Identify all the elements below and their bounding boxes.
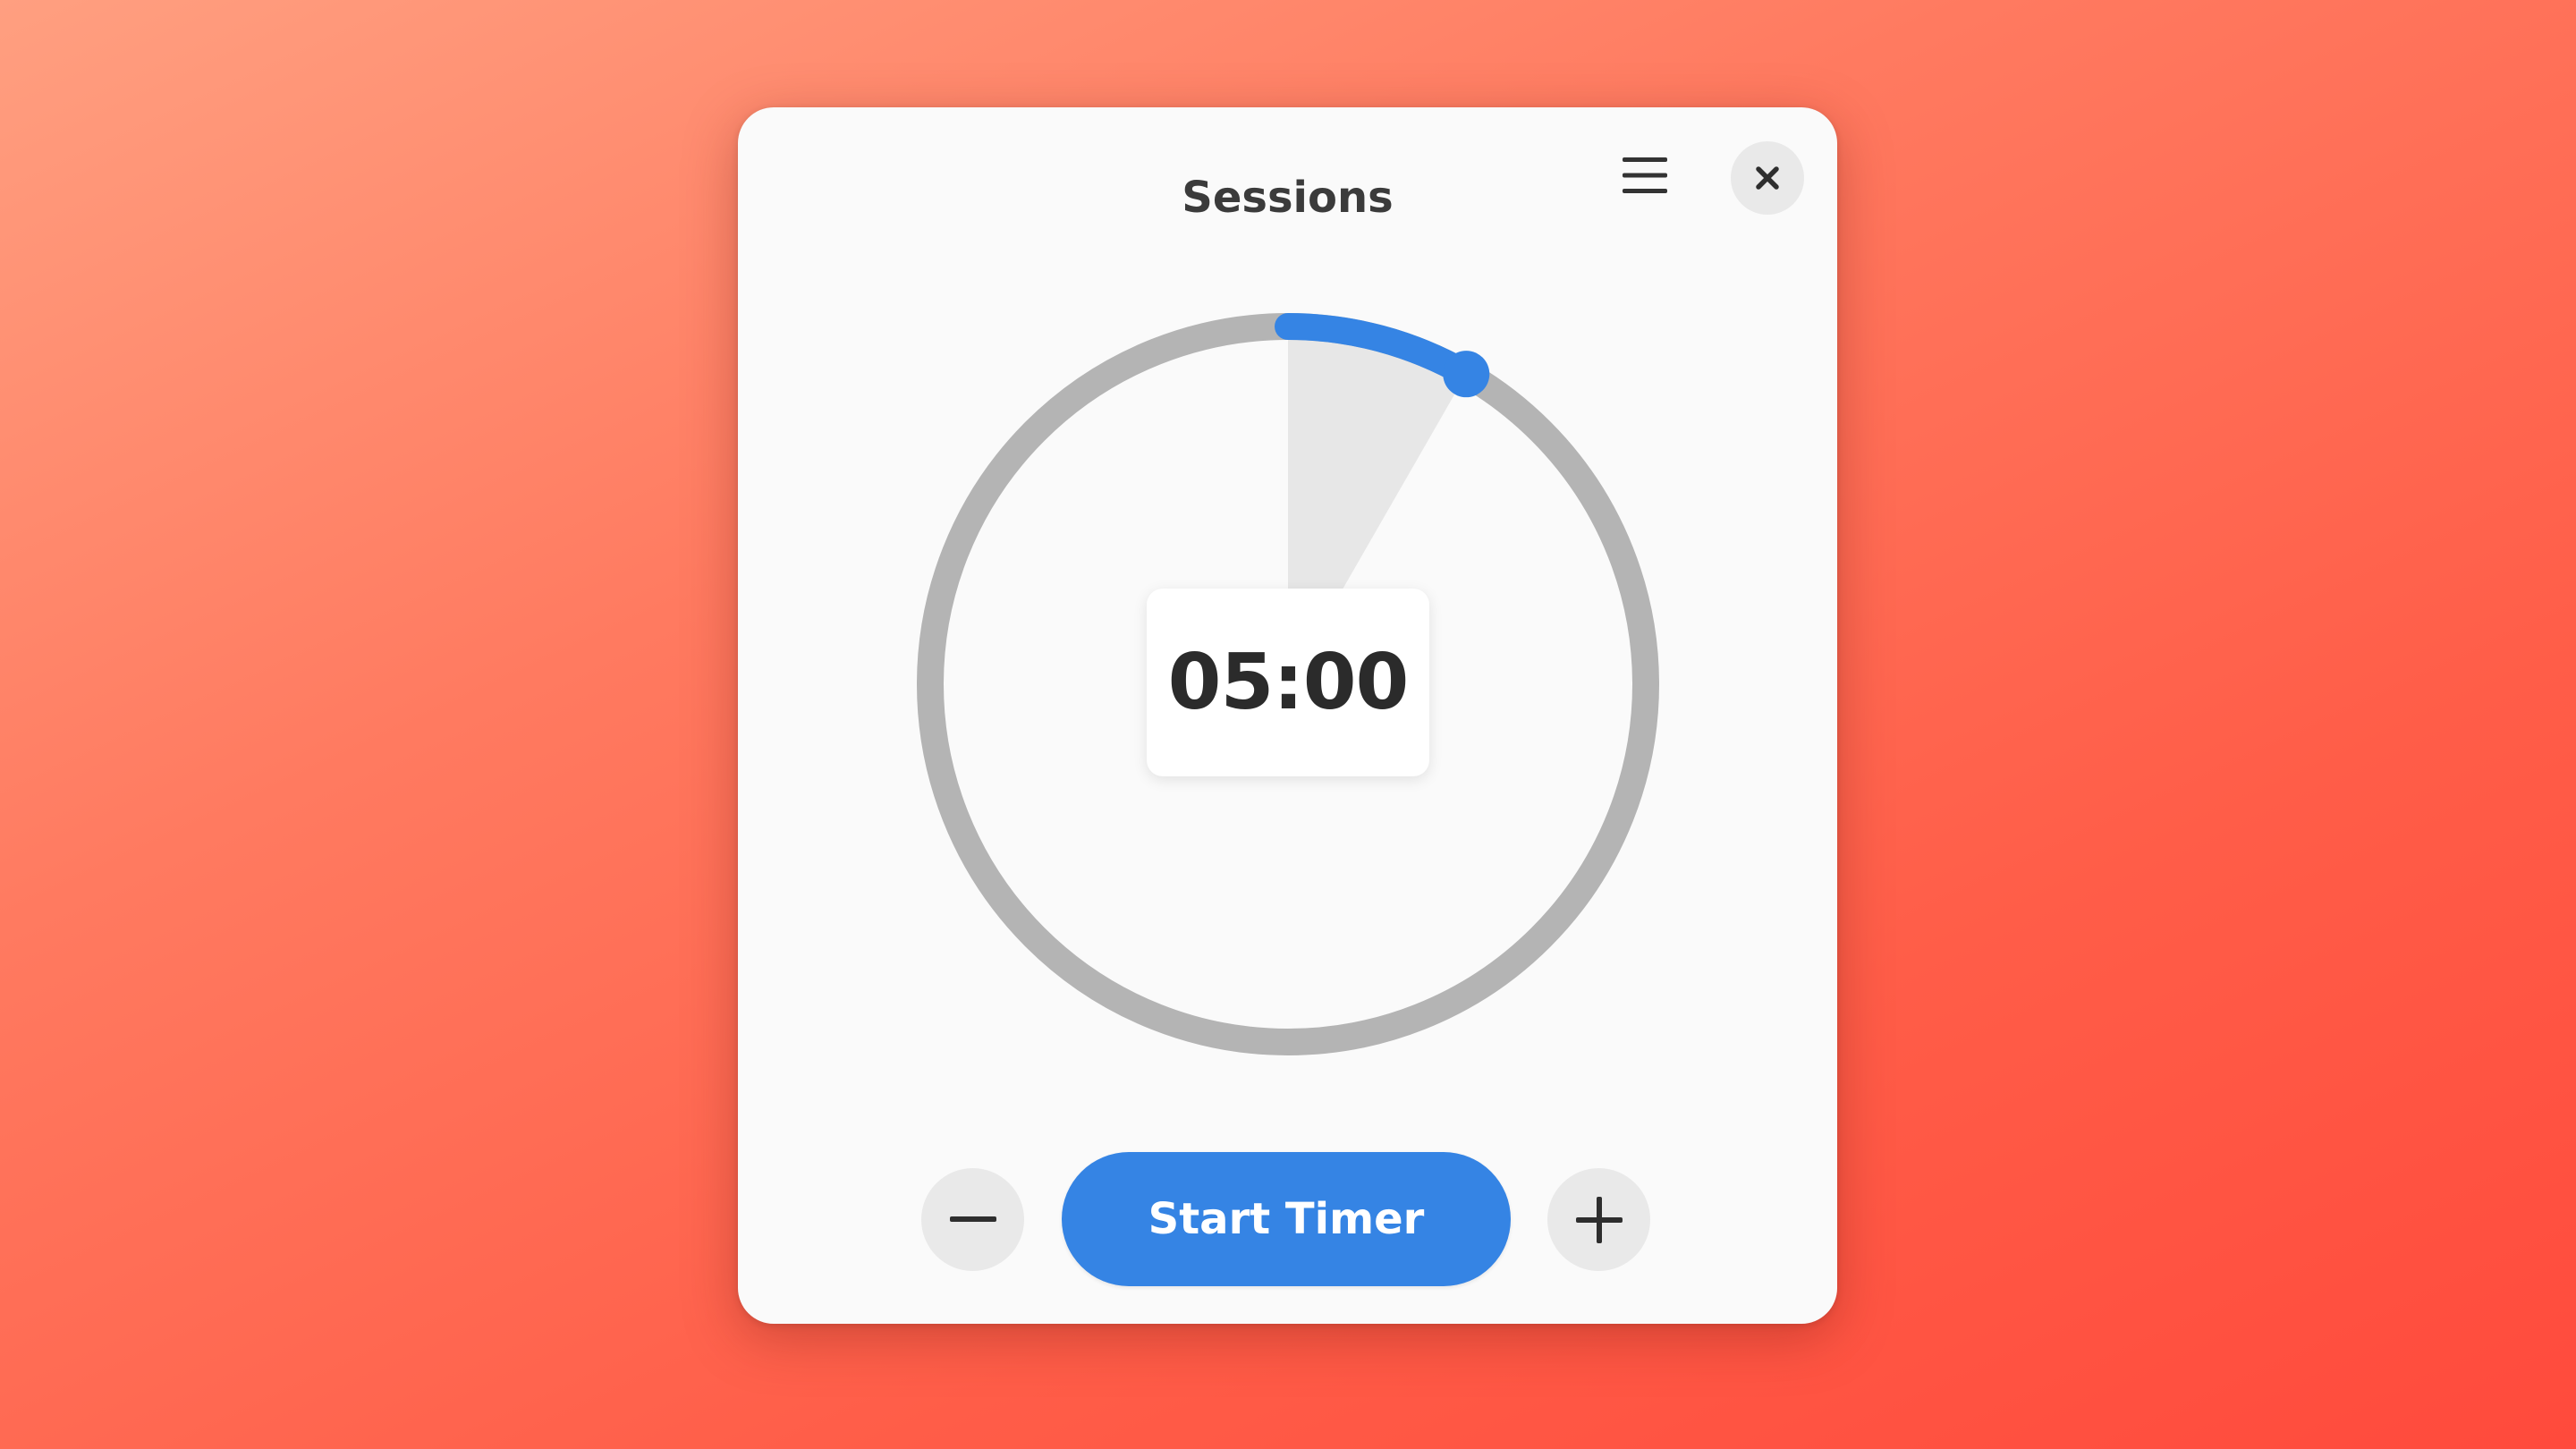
close-icon xyxy=(1754,165,1781,191)
plus-icon xyxy=(1575,1196,1623,1243)
timer-dial-handle[interactable] xyxy=(1443,351,1490,398)
close-button[interactable] xyxy=(1731,141,1804,215)
timer-display[interactable]: 05:00 xyxy=(1147,589,1429,776)
hamburger-menu-icon xyxy=(1621,154,1669,197)
main-menu-button[interactable] xyxy=(1602,132,1688,218)
minus-icon xyxy=(949,1216,996,1224)
increase-time-button[interactable] xyxy=(1547,1168,1650,1271)
start-timer-button[interactable]: Start Timer xyxy=(1062,1152,1511,1286)
decrease-time-button[interactable] xyxy=(921,1168,1024,1271)
